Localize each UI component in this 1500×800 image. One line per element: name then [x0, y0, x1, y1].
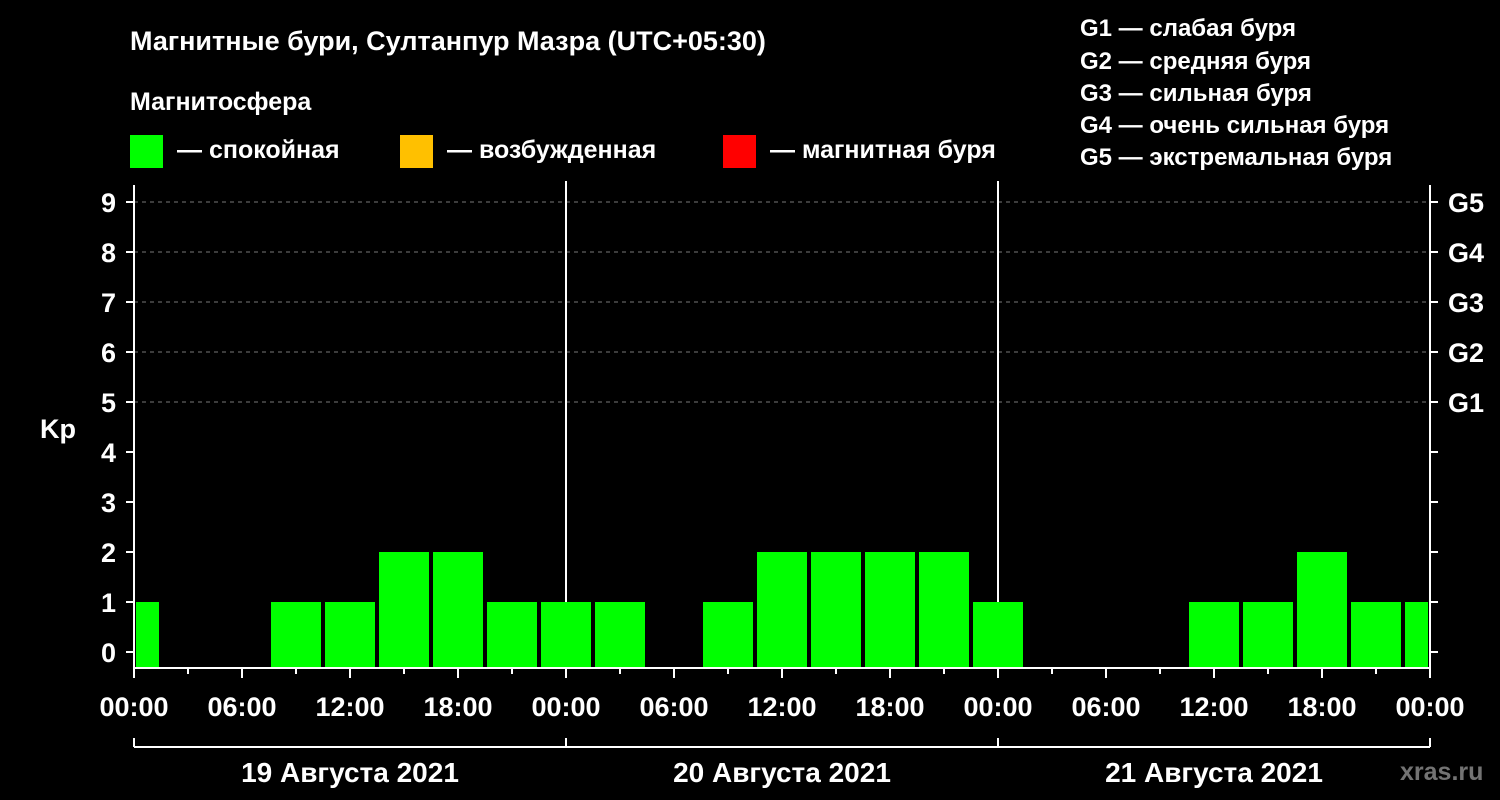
y-tick-label: 6	[101, 338, 116, 368]
x-tick-label: 06:00	[639, 692, 708, 722]
legend-swatch-quiet	[130, 135, 163, 168]
y-tick-label: 1	[101, 588, 116, 618]
x-tick-label: 18:00	[855, 692, 924, 722]
x-tick-label: 06:00	[207, 692, 276, 722]
storm-scale-g4: G4 — очень сильная буря	[1080, 112, 1389, 139]
kp-bar	[1405, 602, 1428, 668]
legend-label-excited: — возбужденная	[447, 136, 656, 164]
legend: — спокойная — возбужденная — магнитная б…	[130, 135, 996, 168]
x-tick-label: 12:00	[747, 692, 816, 722]
kp-bar	[595, 602, 645, 668]
kp-bar	[757, 552, 807, 668]
right-axis-label-g3: G3	[1448, 288, 1484, 318]
x-tick-label: 00:00	[963, 692, 1032, 722]
right-axis-label-g2: G2	[1448, 338, 1484, 368]
x-tick-label: 12:00	[315, 692, 384, 722]
kp-bar	[136, 602, 159, 668]
day-label: 20 Августа 2021	[673, 757, 891, 788]
storm-scale-g3: G3 — сильная буря	[1080, 80, 1312, 107]
day-label: 21 Августа 2021	[1105, 757, 1323, 788]
kp-bar	[865, 552, 915, 668]
y-tick-label: 5	[101, 388, 116, 418]
legend-title: Магнитосфера	[130, 88, 312, 116]
x-tick-label: 00:00	[99, 692, 168, 722]
kp-bar	[811, 552, 861, 668]
right-axis-label-g1: G1	[1448, 388, 1484, 418]
kp-bar	[487, 602, 537, 668]
x-tick-label: 12:00	[1179, 692, 1248, 722]
y-tick-label: 3	[101, 488, 116, 518]
y-tick-label: 8	[101, 238, 116, 268]
kp-bar	[973, 602, 1023, 668]
kp-bar	[1351, 602, 1401, 668]
x-tick-label: 00:00	[531, 692, 600, 722]
y-tick-label: 7	[101, 288, 116, 318]
kp-chart: Магнитные бури, Султанпур Мазра (UTC+05:…	[40, 15, 1484, 788]
kp-bar	[325, 602, 375, 668]
kp-bar	[1243, 602, 1293, 668]
kp-bar	[1297, 552, 1347, 668]
bars	[136, 552, 1428, 668]
y-tick-label: 9	[101, 188, 116, 218]
storm-scale-g2: G2 — средняя буря	[1080, 48, 1311, 75]
x-tick-label: 06:00	[1071, 692, 1140, 722]
storm-scale-g5: G5 — экстремальная буря	[1080, 144, 1392, 171]
kp-bar	[541, 602, 591, 668]
kp-bar	[703, 602, 753, 668]
day-label: 19 Августа 2021	[241, 757, 459, 788]
y-tick-label: 4	[101, 438, 116, 468]
watermark: xras.ru	[1400, 758, 1483, 786]
kp-bar	[379, 552, 429, 668]
kp-bar	[433, 552, 483, 668]
kp-bar	[1189, 602, 1239, 668]
y-axis-label: Kp	[40, 414, 76, 444]
x-tick-label: 00:00	[1395, 692, 1464, 722]
legend-label-storm: — магнитная буря	[770, 136, 996, 164]
y-tick-label: 2	[101, 538, 116, 568]
legend-label-quiet: — спокойная	[177, 136, 340, 164]
kp-bar	[271, 602, 321, 668]
kp-bar	[919, 552, 969, 668]
axis-labels: 0 1 2 3 4 5 6 7 8 9 G1 G2 G3 G4 G5 00:00 06:00 12:00 18:00…	[99, 188, 1484, 788]
x-tick-label: 18:00	[1287, 692, 1356, 722]
legend-swatch-excited	[400, 135, 433, 168]
right-axis-label-g4: G4	[1448, 238, 1484, 268]
storm-scale-legend: G1 — слабая буря G2 — средняя буря G3 — …	[1080, 15, 1392, 171]
y-tick-label: 0	[101, 638, 116, 668]
right-axis-label-g5: G5	[1448, 188, 1484, 218]
x-tick-label: 18:00	[423, 692, 492, 722]
chart-title: Магнитные бури, Султанпур Мазра (UTC+05:…	[130, 26, 766, 56]
storm-scale-g1: G1 — слабая буря	[1080, 15, 1296, 42]
legend-swatch-storm	[723, 135, 756, 168]
